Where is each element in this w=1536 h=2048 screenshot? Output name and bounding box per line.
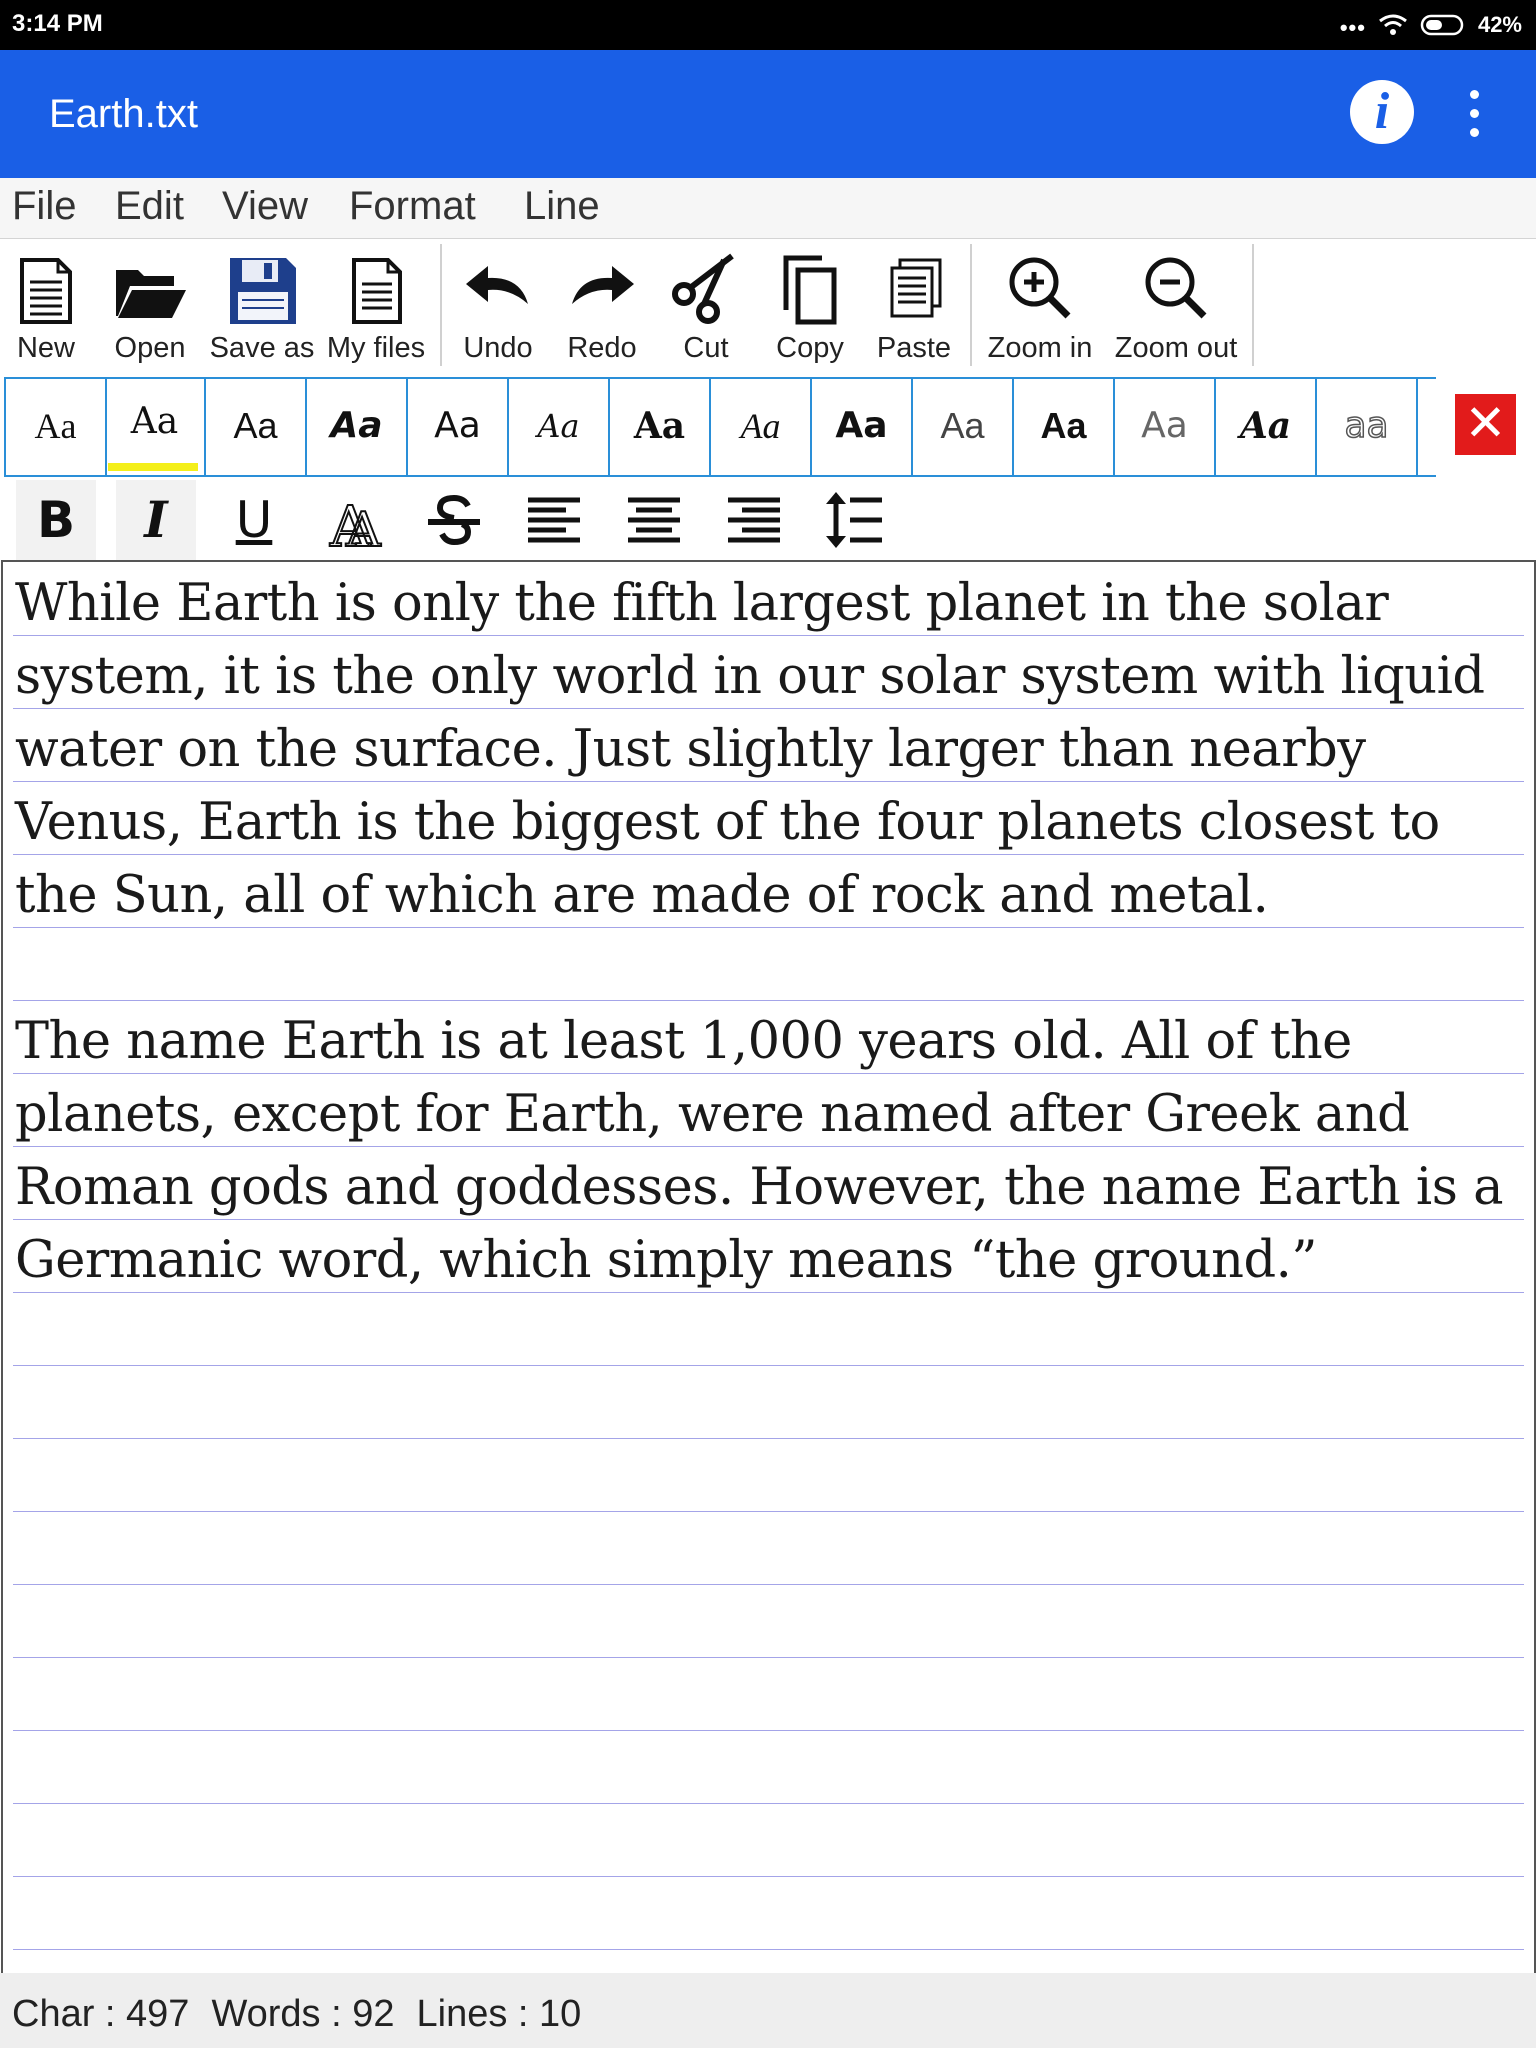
undo-button[interactable]: Undo <box>458 240 538 370</box>
font-option[interactable]: Aa <box>1216 379 1317 475</box>
undo-icon <box>460 252 536 328</box>
ruled-line <box>13 1949 1524 1950</box>
align-left-icon[interactable] <box>514 480 594 560</box>
align-right-icon[interactable] <box>714 480 794 560</box>
ruled-line <box>13 1730 1524 1731</box>
line-count: Lines : 10 <box>416 1993 582 2035</box>
zoom-out-icon <box>1138 252 1214 328</box>
my-files-label: My files <box>326 332 426 364</box>
text-editor[interactable]: While Earth is only the fifth largest pl… <box>1 560 1536 1975</box>
font-option[interactable]: Aa <box>812 379 913 475</box>
close-icon[interactable]: ✕ <box>1455 394 1516 455</box>
status-footer: Char : 497 Words : 92 Lines : 10 <box>0 1973 1536 2048</box>
document-stats: Char : 497 Words : 92 Lines : 10 <box>12 1993 603 2036</box>
save-as-label: Save as <box>209 332 315 364</box>
paragraph: The name Earth is at least 1,000 years o… <box>15 1012 1503 1290</box>
app-bar: Earth.txt i <box>0 50 1536 178</box>
open-label: Open <box>114 332 186 364</box>
toolbar-divider <box>1252 244 1254 366</box>
menu-view[interactable]: View <box>222 184 308 229</box>
bold-button[interactable]: B <box>16 480 96 560</box>
selected-font-indicator <box>108 463 198 471</box>
font-selector: Aa Aa Aa Aa Aa Aa Aa Aa Aa Aa Aa Aa Aa a… <box>4 377 1436 477</box>
font-option[interactable]: Aa <box>1115 379 1216 475</box>
paste-button[interactable]: Paste <box>874 240 954 370</box>
status-time: 3:14 PM <box>12 10 103 37</box>
ruled-line <box>13 1584 1524 1585</box>
svg-text:A: A <box>345 502 382 552</box>
format-toolbar: B I U AA <box>0 480 900 561</box>
underline-button[interactable]: U <box>214 480 294 560</box>
font-option[interactable]: Aa <box>610 379 711 475</box>
font-option[interactable]: Aa <box>206 379 307 475</box>
redo-button[interactable]: Redo <box>562 240 642 370</box>
copy-label: Copy <box>776 332 844 364</box>
menu-format[interactable]: Format <box>349 184 476 229</box>
open-folder-icon <box>112 252 188 328</box>
status-bar: 3:14 PM ••• 42% <box>0 0 1536 50</box>
font-option-selected[interactable]: Aa <box>105 379 206 475</box>
font-option[interactable]: A <box>1418 379 1436 475</box>
paste-icon <box>876 252 952 328</box>
cut-label: Cut <box>683 332 729 364</box>
font-size-icon[interactable]: AA <box>316 480 396 561</box>
undo-label: Undo <box>463 332 533 364</box>
menu-edit[interactable]: Edit <box>115 184 184 229</box>
copy-button[interactable]: Copy <box>770 240 850 370</box>
document-title: Earth.txt <box>49 92 198 136</box>
strikethrough-icon[interactable] <box>414 480 494 560</box>
italic-button[interactable]: I <box>116 480 196 560</box>
font-option[interactable]: Aa <box>913 379 1014 475</box>
ruled-line <box>13 1876 1524 1877</box>
zoom-in-label: Zoom in <box>987 332 1093 364</box>
wifi-icon <box>1378 13 1408 37</box>
line-spacing-icon[interactable] <box>814 480 894 560</box>
zoom-in-button[interactable]: Zoom in <box>988 240 1092 370</box>
ruled-line <box>13 1365 1524 1366</box>
save-as-button[interactable]: Save as <box>210 240 314 370</box>
font-option[interactable]: Aa <box>711 379 812 475</box>
main-toolbar: New Open Save as My files Undo Redo Cut … <box>0 240 1536 372</box>
scissors-icon <box>668 252 744 328</box>
battery-icon <box>1420 13 1466 37</box>
paste-label: Paste <box>876 332 952 364</box>
menu-line[interactable]: Line <box>524 184 600 229</box>
status-icons: ••• 42% <box>1340 8 1522 42</box>
overflow-menu-icon[interactable] <box>1457 78 1491 150</box>
font-option[interactable]: Aa <box>509 379 610 475</box>
battery-level: 42% <box>1477 12 1522 37</box>
font-option[interactable]: Aa <box>1014 379 1115 475</box>
zoom-out-label: Zoom out <box>1114 332 1238 364</box>
files-icon <box>338 252 414 328</box>
new-document-icon <box>8 252 84 328</box>
ruled-line <box>13 1438 1524 1439</box>
save-disk-icon <box>224 252 300 328</box>
redo-icon <box>564 252 640 328</box>
info-icon[interactable]: i <box>1350 80 1414 144</box>
new-button[interactable]: New <box>8 240 84 370</box>
more-notifications-icon: ••• <box>1339 15 1366 40</box>
ruled-line <box>13 1803 1524 1804</box>
ruled-line <box>13 1511 1524 1512</box>
paragraph: While Earth is only the fifth largest pl… <box>15 574 1485 925</box>
my-files-button[interactable]: My files <box>327 240 425 370</box>
redo-label: Redo <box>567 332 637 364</box>
open-button[interactable]: Open <box>108 240 192 370</box>
word-count: Words : 92 <box>211 1993 395 2035</box>
font-option[interactable]: aa <box>1317 379 1418 475</box>
cut-button[interactable]: Cut <box>666 240 746 370</box>
font-option[interactable]: Aa <box>4 379 107 475</box>
copy-icon <box>772 252 848 328</box>
font-option[interactable]: Aa <box>408 379 509 475</box>
menu-file[interactable]: File <box>12 184 76 229</box>
zoom-out-button[interactable]: Zoom out <box>1115 240 1237 370</box>
menu-bar: File Edit View Format Line <box>0 178 1536 239</box>
font-option[interactable]: Aa <box>307 379 408 475</box>
char-count: Char : 497 <box>12 1993 190 2035</box>
ruled-line <box>13 1000 1524 1001</box>
align-center-icon[interactable] <box>614 480 694 560</box>
ruled-line <box>13 1657 1524 1658</box>
zoom-in-icon <box>1002 252 1078 328</box>
